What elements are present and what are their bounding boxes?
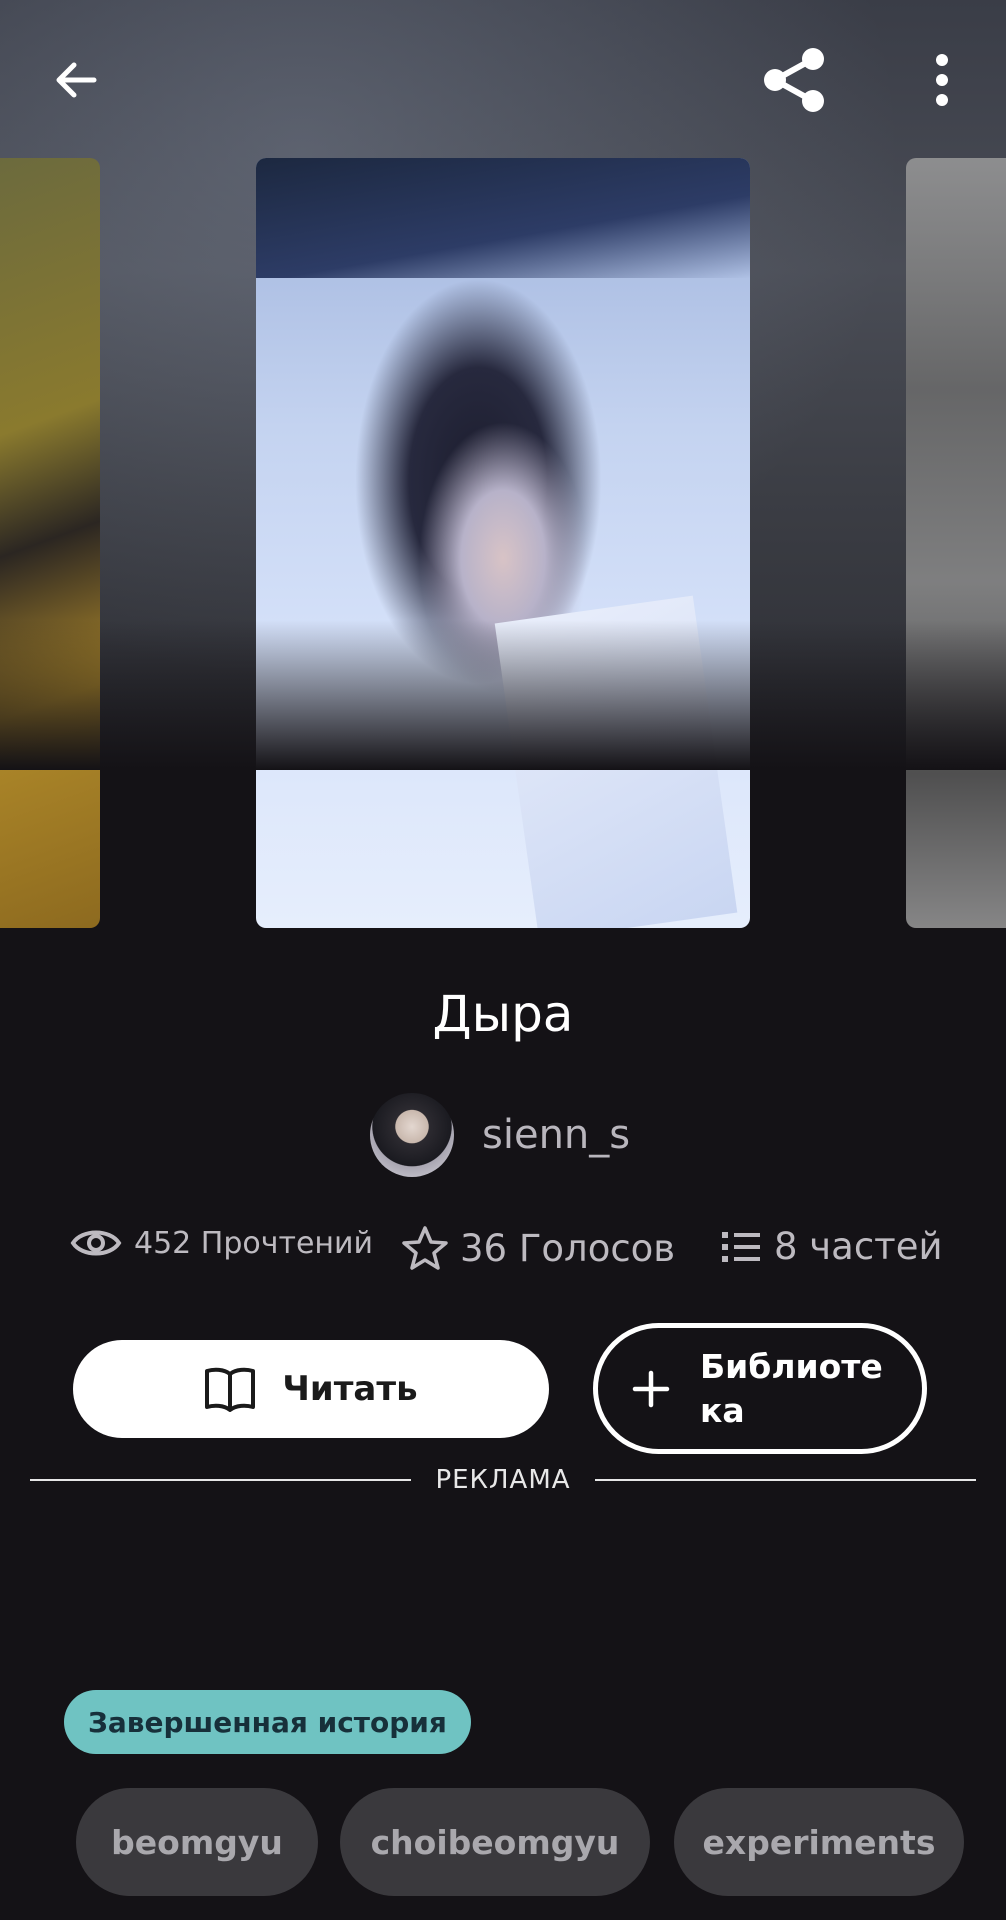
ad-divider: РЕКЛАМА bbox=[30, 1462, 976, 1498]
reads-count: 452 Прочтений bbox=[134, 1225, 374, 1261]
next-story-cover[interactable] bbox=[906, 158, 1006, 928]
divider-line bbox=[30, 1479, 412, 1481]
eye-icon bbox=[70, 1230, 122, 1256]
arrow-left-icon bbox=[56, 62, 97, 98]
more-vertical-icon bbox=[936, 54, 948, 106]
story-stats: 452 Прочтений 36 Голосов 8 частей bbox=[0, 1225, 1006, 1285]
story-title: Дыра bbox=[432, 985, 574, 1043]
parts-count[interactable]: 8 частей bbox=[774, 1225, 943, 1268]
more-options-button[interactable] bbox=[902, 40, 982, 120]
add-to-library-button[interactable]: Библиотека bbox=[593, 1323, 927, 1454]
ad-label: РЕКЛАМА bbox=[435, 1465, 571, 1495]
book-open-icon bbox=[205, 1367, 256, 1412]
read-button-label: Читать bbox=[282, 1369, 418, 1409]
share-icon bbox=[764, 48, 824, 112]
share-button[interactable] bbox=[755, 40, 835, 120]
prev-story-cover[interactable] bbox=[0, 158, 100, 928]
status-badge: Завершенная история bbox=[64, 1690, 471, 1754]
back-button[interactable] bbox=[36, 40, 116, 120]
tag-choibeomgyu[interactable]: choibeomgyu bbox=[340, 1788, 650, 1896]
votes-stat: 36 Голосов bbox=[402, 1225, 675, 1271]
reads-stat: 452 Прочтений bbox=[70, 1225, 373, 1261]
author-link[interactable]: sienn_s bbox=[370, 1093, 630, 1177]
cover-bed-frame bbox=[256, 158, 750, 278]
avatar[interactable] bbox=[370, 1093, 454, 1177]
list-icon bbox=[722, 1231, 760, 1262]
tag-experiments[interactable]: experiments bbox=[674, 1788, 964, 1896]
hero-fade bbox=[0, 620, 1006, 770]
tag-beomgyu[interactable]: beomgyu bbox=[76, 1788, 318, 1896]
parts-stat[interactable]: 8 частей bbox=[720, 1225, 943, 1268]
read-button[interactable]: Читать bbox=[73, 1340, 549, 1438]
votes-count: 36 Голосов bbox=[460, 1226, 676, 1270]
star-icon bbox=[402, 1226, 448, 1270]
divider-line bbox=[594, 1479, 976, 1481]
story-cover bbox=[256, 158, 750, 928]
plus-icon bbox=[632, 1370, 670, 1407]
library-button-label: Библиотека bbox=[700, 1346, 883, 1430]
author-name[interactable]: sienn_s bbox=[482, 1112, 630, 1158]
